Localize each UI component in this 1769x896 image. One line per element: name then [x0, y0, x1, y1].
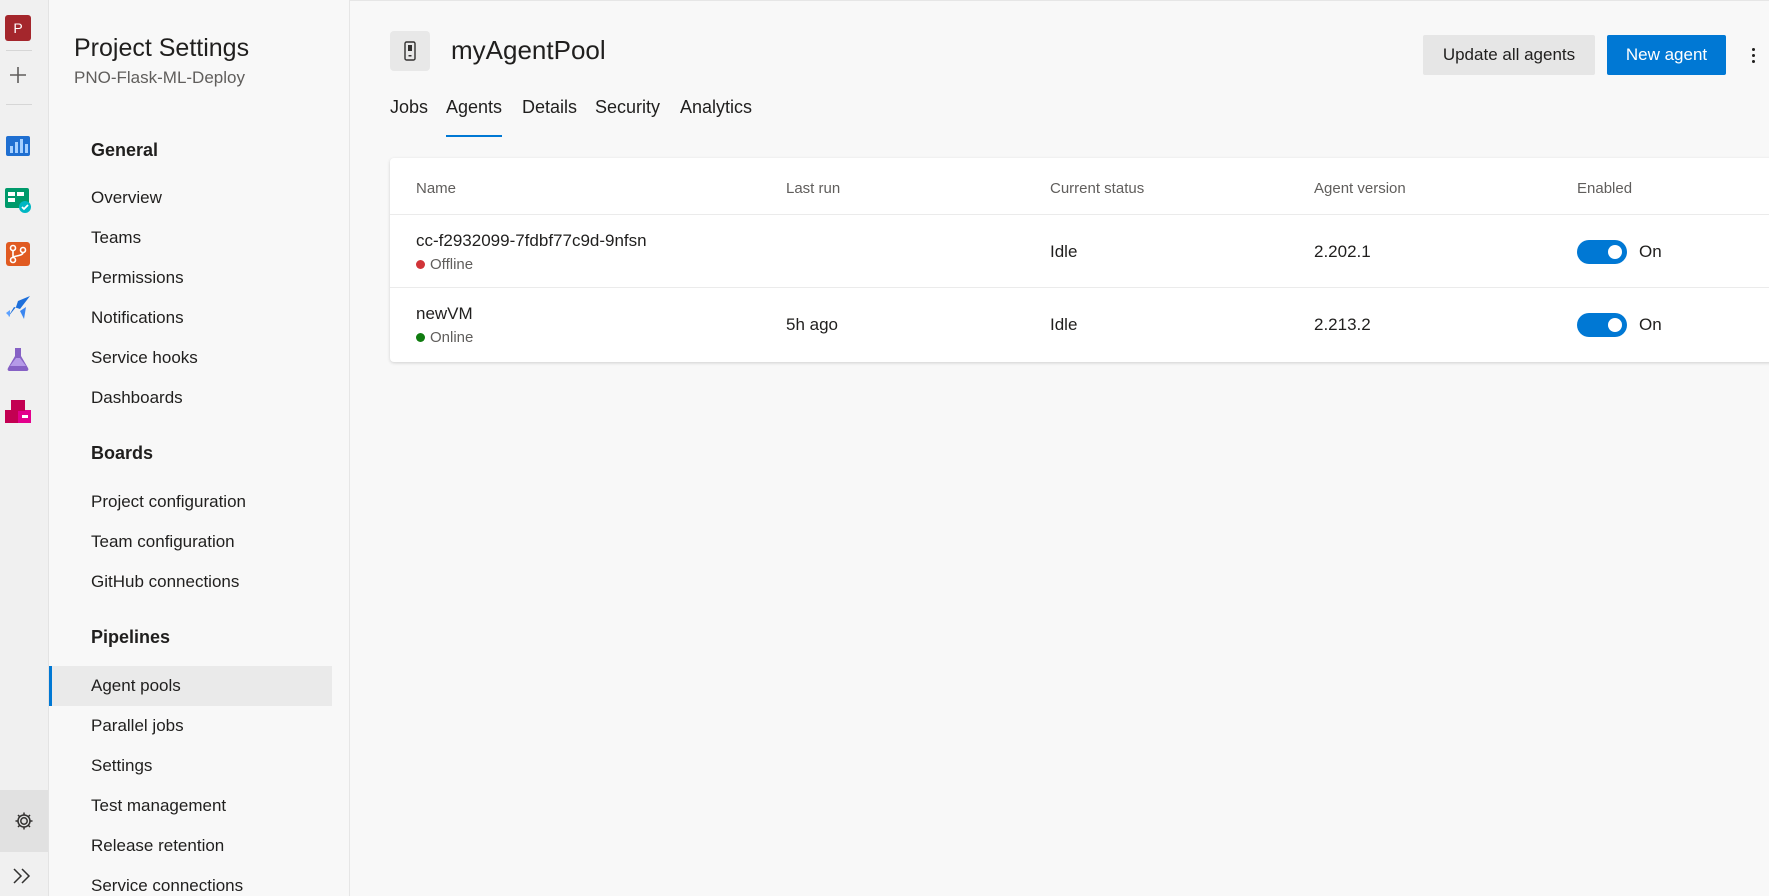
column-header-last-run[interactable]: Last run — [786, 180, 840, 197]
agent-last-run: 5h ago — [786, 315, 838, 334]
status-dot-icon — [416, 260, 425, 269]
nav-item-service-connections[interactable]: Service connections — [49, 866, 332, 896]
agent-version: 2.202.1 — [1314, 242, 1371, 261]
main-content: myAgentPool Update all agents New agent … — [350, 0, 1769, 896]
nav-item-teams[interactable]: Teams — [49, 218, 332, 258]
nav-item-team-configuration[interactable]: Team configuration — [49, 522, 332, 562]
nav-item-dashboards[interactable]: Dashboards — [49, 378, 332, 418]
table-row[interactable]: cc-f2932099-7fdbf77c9d-9nfsn Offline Idl… — [390, 214, 1769, 288]
plus-icon[interactable] — [2, 59, 34, 91]
test-plans-icon[interactable] — [2, 343, 34, 375]
agent-pool-icon — [390, 31, 430, 71]
table-row[interactable]: newVM Online 5h ago Idle 2.213.2 On — [390, 287, 1769, 361]
agent-connection-status: Online — [416, 329, 473, 346]
more-actions-icon[interactable] — [1745, 39, 1761, 71]
settings-title: Project Settings — [74, 34, 250, 62]
agent-status-label: Online — [430, 329, 474, 346]
artifacts-icon[interactable] — [2, 396, 34, 428]
status-dot-icon — [416, 333, 425, 342]
nav-item-project-configuration[interactable]: Project configuration — [49, 482, 332, 522]
nav-item-overview[interactable]: Overview — [49, 178, 332, 218]
agent-name[interactable]: cc-f2932099-7fdbf77c9d-9nfsn — [416, 231, 647, 251]
nav-item-release-retention[interactable]: Release retention — [49, 826, 332, 866]
agent-status-label: Offline — [430, 256, 474, 273]
tab-analytics[interactable]: Analytics — [680, 97, 752, 141]
project-name[interactable]: PNO-Flask-ML-Deploy — [74, 68, 245, 88]
enabled-toggle[interactable] — [1577, 313, 1627, 337]
section-boards: Boards — [91, 443, 154, 463]
boards-icon[interactable] — [2, 184, 34, 216]
tab-security[interactable]: Security — [595, 97, 660, 141]
agent-current-status: Idle — [1050, 242, 1078, 261]
agent-current-status: Idle — [1050, 315, 1078, 334]
toggle-knob — [1608, 245, 1622, 259]
settings-gear-icon[interactable] — [0, 790, 48, 852]
repos-icon[interactable] — [2, 238, 34, 270]
org-initial: P — [5, 15, 31, 41]
column-header-enabled[interactable]: Enabled — [1577, 180, 1632, 197]
nav-item-permissions[interactable]: Permissions — [49, 258, 332, 298]
nav-item-github-connections[interactable]: GitHub connections — [49, 562, 332, 602]
enabled-label: On — [1639, 315, 1662, 334]
nav-item-test-management[interactable]: Test management — [49, 786, 332, 826]
overview-icon[interactable] — [2, 129, 34, 161]
rail-divider — [6, 104, 32, 105]
agent-version: 2.213.2 — [1314, 315, 1371, 334]
enabled-toggle[interactable] — [1577, 240, 1627, 264]
nav-item-notifications[interactable]: Notifications — [49, 298, 332, 338]
expand-icon[interactable] — [6, 860, 38, 892]
column-header-name[interactable]: Name — [416, 180, 456, 197]
agents-table: Name Last run Current status Agent versi… — [390, 158, 1769, 362]
pool-title: myAgentPool — [451, 35, 606, 65]
tab-details[interactable]: Details — [522, 97, 577, 141]
tab-jobs[interactable]: Jobs — [390, 97, 428, 141]
nav-item-settings[interactable]: Settings — [49, 746, 332, 786]
toggle-knob — [1608, 318, 1622, 332]
agent-name[interactable]: newVM — [416, 304, 473, 324]
update-all-agents-button[interactable]: Update all agents — [1423, 35, 1595, 75]
tab-agents[interactable]: Agents — [446, 97, 503, 141]
nav-item-parallel-jobs[interactable]: Parallel jobs — [49, 706, 332, 746]
pipelines-icon[interactable] — [2, 291, 34, 323]
new-agent-button[interactable]: New agent — [1607, 35, 1726, 75]
nav-item-service-hooks[interactable]: Service hooks — [49, 338, 332, 378]
agent-connection-status: Offline — [416, 256, 473, 273]
column-header-current-status[interactable]: Current status — [1050, 180, 1144, 197]
nav-item-agent-pools[interactable]: Agent pools — [49, 666, 332, 706]
rail-divider — [6, 50, 32, 51]
section-pipelines: Pipelines — [91, 627, 171, 647]
column-header-agent-version[interactable]: Agent version — [1314, 180, 1406, 197]
section-general: General — [91, 140, 159, 160]
left-nav-rail: P — [0, 0, 49, 896]
organization-avatar[interactable]: P — [2, 12, 34, 44]
enabled-label: On — [1639, 242, 1662, 261]
project-settings-nav: Project Settings PNO-Flask-ML-Deploy Gen… — [49, 0, 349, 896]
